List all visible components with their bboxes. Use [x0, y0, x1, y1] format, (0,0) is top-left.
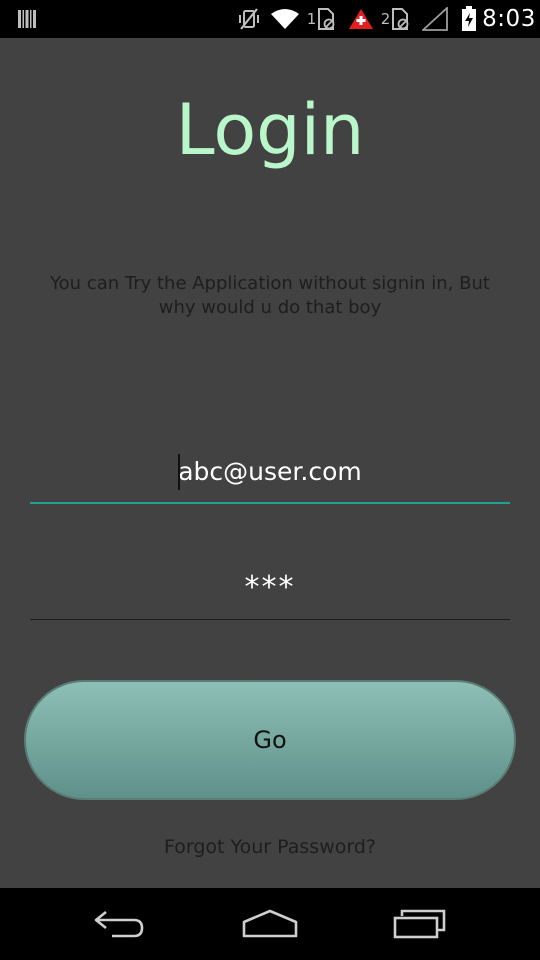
- login-screen: 1 2 8:03 Login You can Try the Applicati…: [0, 0, 540, 960]
- email-field[interactable]: [30, 440, 510, 504]
- sim1-label: 1: [306, 10, 317, 28]
- back-icon[interactable]: [70, 888, 170, 960]
- clock-time: 8:03: [482, 6, 536, 32]
- sim1-icon: 1: [304, 0, 338, 38]
- sim2-label: 2: [380, 10, 391, 28]
- go-button[interactable]: Go: [24, 680, 516, 800]
- clock: 8:03: [482, 0, 536, 38]
- vibrate-off-icon: [236, 0, 262, 38]
- home-icon[interactable]: [220, 888, 320, 960]
- page-title: Login: [175, 89, 365, 171]
- sim2-icon: 2: [378, 0, 412, 38]
- warning-icon: [346, 0, 376, 38]
- text-cursor: [178, 454, 180, 490]
- barcode-notification-icon: [14, 0, 42, 38]
- battery-charging-icon: [458, 0, 480, 38]
- no-signal-icon: [420, 0, 450, 38]
- navigation-bar: [0, 888, 540, 960]
- recent-apps-icon[interactable]: [370, 888, 470, 960]
- forgot-password-link[interactable]: Forgot Your Password?: [0, 834, 540, 860]
- login-description: You can Try the Application without sign…: [50, 273, 490, 318]
- password-field[interactable]: [30, 556, 510, 620]
- wifi-icon: [268, 0, 302, 38]
- status-bar: 1 2 8:03: [0, 0, 540, 38]
